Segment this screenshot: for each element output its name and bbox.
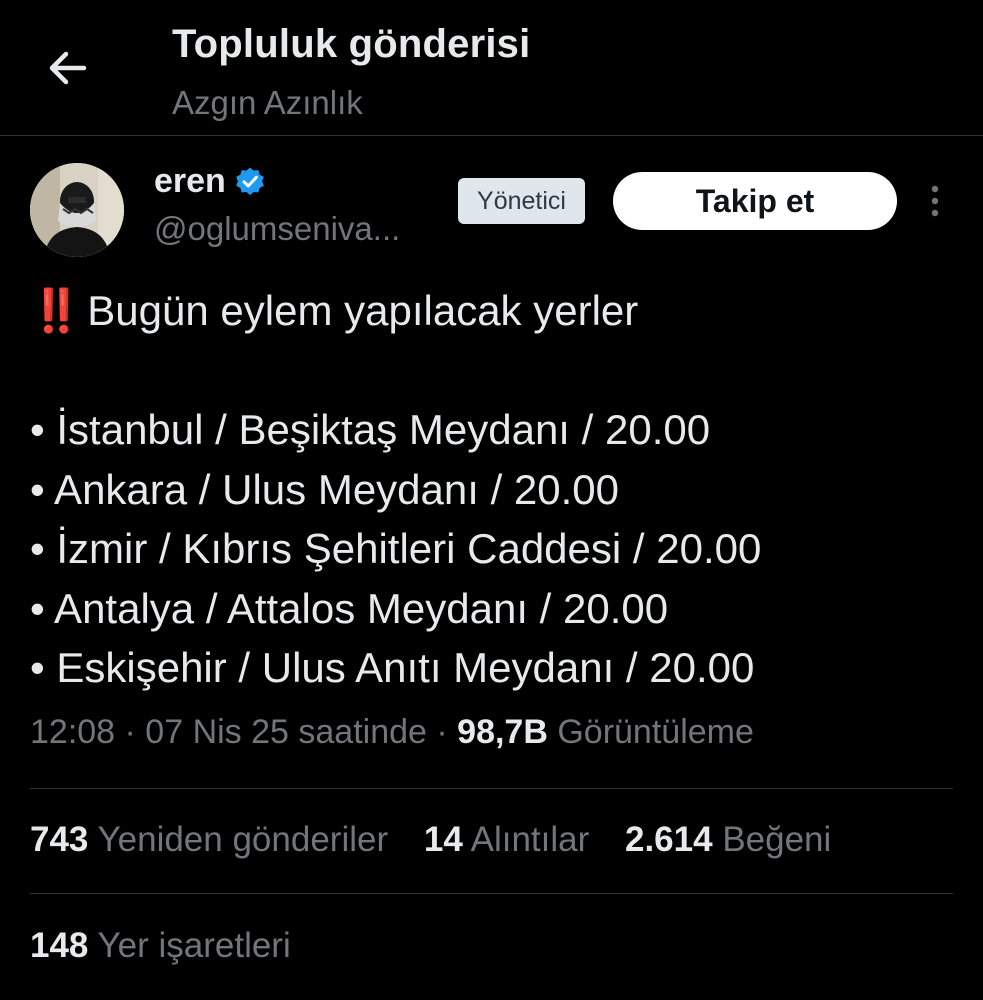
quotes-label: Alıntılar — [470, 820, 590, 859]
bookmarks-count: 148 — [30, 926, 89, 965]
author-handle[interactable]: @oglumseniva... — [154, 210, 400, 248]
bookmarks-label: Yer işaretleri — [97, 926, 291, 965]
role-badge: Yönetici — [458, 178, 585, 224]
reposts-count: 743 — [30, 820, 89, 859]
likes-label: Beğeni — [722, 820, 832, 859]
back-button[interactable] — [44, 46, 92, 90]
list-item: • Antalya / Attalos Meydanı / 20.00 — [30, 584, 669, 632]
reposts-stat[interactable]: 743 Yeniden gönderiler — [30, 820, 388, 859]
likes-stat[interactable]: 2.614 Beğeni — [625, 820, 831, 859]
post-headline: Bugün eylem yapılacak yerler — [87, 287, 639, 334]
avatar[interactable] — [30, 163, 124, 257]
list-item: • Ankara / Ulus Meydanı / 20.00 — [30, 465, 620, 513]
quotes-stat[interactable]: 14 Alıntılar — [424, 820, 589, 859]
divider — [30, 893, 953, 894]
post-meta: 12:08 · 07 Nis 25 saatinde · 98,7B Görün… — [30, 713, 754, 752]
post-timestamp[interactable]: 12:08 · 07 Nis 25 saatinde · — [30, 713, 457, 751]
author-name[interactable]: eren — [154, 162, 226, 201]
list-item: • İzmir / Kıbrıs Şehitleri Caddesi / 20.… — [30, 525, 762, 572]
arrow-left-icon — [49, 51, 87, 85]
page-title: Topluluk gönderisi — [172, 22, 531, 66]
quotes-count: 14 — [423, 820, 463, 859]
verified-badge-icon — [236, 167, 264, 195]
list-item: • İstanbul / Beşiktaş Meydanı / 20.00 — [30, 406, 711, 453]
more-vertical-icon — [931, 185, 939, 217]
bookmarks-stat[interactable]: 148 Yer işaretleri — [30, 926, 291, 966]
double-exclamation-emoji: ‼️ — [30, 287, 82, 334]
post-body: ‼️ Bugün eylem yapılacak yerler • İstanbu… — [30, 281, 960, 698]
post-headline-line: ‼️ Bugün eylem yapılacak yerler — [30, 281, 960, 341]
view-count: 98,7B — [457, 713, 548, 751]
likes-count: 2.614 — [624, 820, 713, 859]
reposts-label: Yeniden gönderiler — [97, 820, 389, 859]
author-name-row: eren — [154, 162, 266, 201]
follow-button[interactable]: Takip et — [613, 172, 897, 230]
view-count-label: Görüntüleme — [547, 713, 754, 751]
community-name[interactable]: Azgın Azınlık — [172, 84, 363, 122]
avatar-image — [30, 163, 124, 257]
top-bar: Topluluk gönderisi Azgın Azınlık — [0, 0, 983, 136]
list-item: • Eskişehir / Ulus Anıtı Meydanı / 20.00 — [30, 644, 755, 691]
more-options-button[interactable] — [920, 184, 950, 220]
divider — [30, 788, 953, 789]
engagement-stats: 743 Yeniden gönderiler 14 Alıntılar 2.61… — [30, 820, 857, 860]
